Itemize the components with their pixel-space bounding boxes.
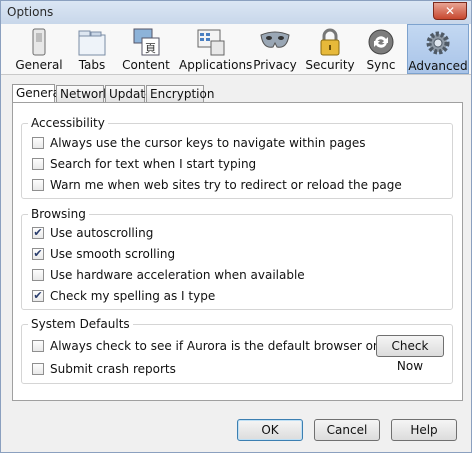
cancel-button[interactable]: Cancel (314, 419, 380, 441)
applications-icon (197, 29, 225, 56)
checkbox-box[interactable]: ✔ (32, 248, 44, 260)
general-icon (32, 28, 46, 56)
checkbox-label: Warn me when web sites try to redirect o… (50, 178, 402, 192)
checkbox-box[interactable] (32, 363, 44, 375)
tab-network[interactable]: Network (56, 85, 110, 102)
general-panel: Accessibility Always use the cursor keys… (12, 102, 463, 401)
checkbox-box[interactable] (32, 137, 44, 149)
browsing-group: Browsing ✔ Use autoscrolling ✔ Use smoot… (21, 207, 453, 310)
pane-privacy-button[interactable]: Privacy (253, 24, 297, 74)
content-icon: 頁 (133, 28, 160, 56)
pane-content-button[interactable]: 頁 Content (121, 24, 171, 74)
checkbox-label: Always check to see if Aurora is the def… (50, 339, 428, 353)
pane-general-button[interactable]: General (15, 24, 63, 74)
checkbox-label: Submit crash reports (50, 362, 176, 376)
sync-icon (368, 29, 394, 55)
tab-update[interactable]: Update (105, 85, 152, 102)
pane-applications-button[interactable]: Applications (179, 24, 252, 74)
checkbox-label: Search for text when I start typing (50, 157, 257, 171)
options-window: Options ✕ General Tabs 頁 Content Applica… (0, 0, 472, 453)
accessibility-group: Accessibility Always use the cursor keys… (21, 116, 453, 199)
tabs-icon (78, 30, 106, 56)
group-title: Accessibility (28, 116, 108, 130)
title-bar[interactable]: Options ✕ (1, 1, 471, 25)
security-icon (320, 28, 340, 56)
help-button[interactable]: Help (391, 419, 457, 441)
group-title: System Defaults (28, 317, 133, 331)
checkbox-box[interactable] (32, 340, 44, 352)
checkbox-label: Check my spelling as I type (50, 289, 216, 303)
checkbox-box[interactable]: ✔ (32, 290, 44, 302)
close-button[interactable]: ✕ (433, 2, 467, 20)
system-defaults-group: System Defaults Always check to see if A… (21, 317, 453, 384)
checkbox-box[interactable] (32, 269, 44, 281)
ok-button[interactable]: OK (237, 419, 303, 441)
svg-text:頁: 頁 (145, 42, 156, 55)
privacy-icon (260, 31, 290, 48)
pane-sync-button[interactable]: Sync (361, 24, 401, 74)
pane-advanced-button[interactable]: Advanced (407, 24, 469, 74)
checkbox-label: Use autoscrolling (50, 226, 154, 240)
checkbox-label: Use smooth scrolling (50, 247, 176, 261)
check-now-button[interactable]: Check Now (376, 335, 444, 373)
pane-tabs-button[interactable]: Tabs (71, 24, 113, 74)
checkbox-box[interactable] (32, 179, 44, 191)
checkbox-box[interactable] (32, 158, 44, 170)
preferences-toolbar: General Tabs 頁 Content Applications Priv… (1, 24, 471, 75)
checkbox-box[interactable]: ✔ (32, 227, 44, 239)
checkbox-label: Use hardware acceleration when available (50, 268, 305, 282)
window-title: Options (7, 5, 54, 19)
tab-encryption[interactable]: Encryption (146, 85, 214, 102)
group-title: Browsing (28, 207, 89, 221)
checkbox-label: Always use the cursor keys to navigate w… (50, 136, 366, 150)
pane-security-button[interactable]: Security (305, 24, 355, 74)
tab-general[interactable]: General (12, 84, 63, 103)
advanced-icon (426, 31, 450, 55)
